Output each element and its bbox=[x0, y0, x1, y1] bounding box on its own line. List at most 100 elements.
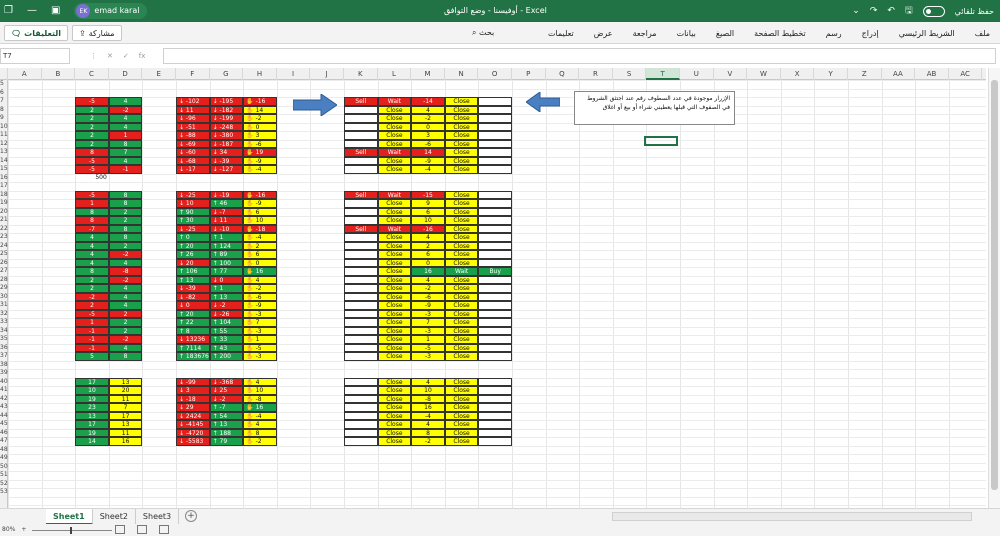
zoom-out-icon[interactable]: + bbox=[21, 524, 26, 536]
cell[interactable]: 2 bbox=[108, 216, 143, 225]
cell[interactable]: -8 bbox=[108, 267, 143, 276]
cell[interactable]: ↑ 22 bbox=[176, 318, 210, 327]
cell[interactable]: 7 bbox=[108, 403, 143, 412]
row-header[interactable]: 34 bbox=[0, 327, 8, 336]
cell[interactable]: -6 bbox=[411, 139, 445, 148]
cell[interactable] bbox=[478, 114, 512, 123]
cell[interactable]: Close bbox=[444, 199, 479, 208]
cell[interactable]: 14 bbox=[411, 148, 445, 157]
cell[interactable] bbox=[478, 258, 512, 267]
cell[interactable]: Close bbox=[444, 114, 479, 123]
cell[interactable] bbox=[478, 233, 512, 242]
cell[interactable]: ↓ -187 bbox=[209, 139, 244, 148]
cell[interactable] bbox=[344, 403, 378, 412]
cell[interactable]: ✋ 4 bbox=[243, 275, 277, 284]
cell[interactable]: 2 bbox=[108, 241, 143, 250]
cell[interactable] bbox=[344, 343, 378, 352]
cell[interactable]: ↑ 100 bbox=[209, 258, 244, 267]
cell[interactable]: Close bbox=[444, 216, 479, 225]
cell[interactable]: -3 bbox=[411, 352, 445, 361]
cell[interactable]: 2 bbox=[108, 326, 143, 335]
cell[interactable]: Close bbox=[444, 250, 479, 259]
cell[interactable] bbox=[478, 199, 512, 208]
cell[interactable]: 4 bbox=[75, 241, 109, 250]
cell[interactable]: 2 bbox=[411, 241, 445, 250]
normal-view-icon[interactable] bbox=[159, 525, 169, 534]
cell[interactable]: Close bbox=[444, 420, 479, 429]
cell[interactable] bbox=[478, 326, 512, 335]
cell[interactable]: Sell bbox=[344, 190, 378, 199]
row-header[interactable]: 13 bbox=[0, 148, 8, 157]
cell[interactable]: ✋ -6 bbox=[243, 139, 277, 148]
cell[interactable]: -1 bbox=[108, 165, 143, 174]
ribbon-tab[interactable]: بيانات bbox=[677, 29, 696, 38]
row-header[interactable]: 16 bbox=[0, 174, 8, 183]
cell[interactable]: -4 bbox=[411, 165, 445, 174]
cell[interactable]: ✋ 6 bbox=[243, 250, 277, 259]
cell[interactable]: 2 bbox=[75, 105, 109, 114]
column-header[interactable]: A bbox=[8, 68, 42, 80]
cell[interactable]: Close bbox=[444, 318, 479, 327]
cell[interactable]: Close bbox=[377, 241, 412, 250]
cell[interactable]: ↑ 90 bbox=[176, 207, 210, 216]
cell[interactable]: 4 bbox=[75, 250, 109, 259]
cell[interactable]: Close bbox=[444, 258, 479, 267]
cell[interactable]: ↑ 20 bbox=[176, 309, 210, 318]
cell[interactable]: Close bbox=[377, 428, 412, 437]
cell[interactable]: ✋ -16 bbox=[243, 97, 277, 106]
cell[interactable]: 4 bbox=[108, 301, 143, 310]
cell[interactable]: 6 bbox=[411, 250, 445, 259]
cell[interactable]: 2 bbox=[108, 309, 143, 318]
vertical-scrollbar[interactable] bbox=[988, 68, 1000, 508]
cell[interactable] bbox=[478, 301, 512, 310]
cell[interactable]: 11 bbox=[108, 428, 143, 437]
row-header[interactable]: 41 bbox=[0, 386, 8, 395]
row-header[interactable]: 23 bbox=[0, 233, 8, 242]
cell[interactable]: ↑ 13 bbox=[209, 420, 244, 429]
cell-area[interactable]: -5 4 2 -2 2 4 2 4 2 1 2 8 8 7 -5 4 -5 -1 ↓ -102 ↓ -195 ✋ -16… bbox=[8, 80, 986, 508]
cell[interactable]: Close bbox=[444, 394, 479, 403]
row-header[interactable]: 48 bbox=[0, 446, 8, 455]
cell[interactable]: ✋ 10 bbox=[243, 216, 277, 225]
cell[interactable]: Close bbox=[377, 139, 412, 148]
cell[interactable]: ↓ -82 bbox=[176, 292, 210, 301]
cell[interactable]: ✋ 16 bbox=[243, 403, 277, 412]
cell[interactable]: 8 bbox=[108, 224, 143, 233]
cell[interactable]: 13 bbox=[75, 411, 109, 420]
cell[interactable]: ✋ -2 bbox=[243, 437, 277, 446]
cell[interactable]: ✋ -9 bbox=[243, 156, 277, 165]
cell[interactable]: -6 bbox=[411, 292, 445, 301]
cell[interactable] bbox=[478, 207, 512, 216]
cell[interactable]: Close bbox=[377, 284, 412, 293]
cell[interactable]: ✋ -4 bbox=[243, 411, 277, 420]
cell[interactable] bbox=[344, 105, 378, 114]
cell[interactable]: ✋ 4 bbox=[243, 420, 277, 429]
row-header[interactable]: 26 bbox=[0, 259, 8, 268]
save-icon[interactable]: 🖫 bbox=[905, 3, 913, 19]
worksheet-grid[interactable]: A B C D E F G H I J K L M N O P Q R S T U V W X Y Z AA AB AC 5 6 7 8 9 10… bbox=[0, 68, 986, 508]
cell[interactable] bbox=[478, 105, 512, 114]
cell[interactable]: ↓ 11 bbox=[176, 105, 210, 114]
cell[interactable]: ↓ 10 bbox=[176, 199, 210, 208]
cell[interactable]: ↓ 0 bbox=[176, 301, 210, 310]
cell[interactable]: ✋ -3 bbox=[243, 309, 277, 318]
cell[interactable] bbox=[344, 411, 378, 420]
cell[interactable]: ↓ 2424 bbox=[176, 411, 210, 420]
cell[interactable]: Close bbox=[377, 301, 412, 310]
cell[interactable]: 13 bbox=[108, 420, 143, 429]
cell[interactable]: 16 bbox=[108, 437, 143, 446]
row-header[interactable]: 8 bbox=[0, 106, 8, 115]
cell[interactable]: ✋ 14 bbox=[243, 105, 277, 114]
cell[interactable]: 1 bbox=[411, 335, 445, 344]
add-sheet-icon[interactable]: + bbox=[185, 510, 197, 522]
cell[interactable]: ✋ 2 bbox=[243, 241, 277, 250]
row-header[interactable]: 21 bbox=[0, 216, 8, 225]
cell[interactable]: 0 bbox=[411, 258, 445, 267]
cell[interactable]: ↑ 7114 bbox=[176, 343, 210, 352]
ribbon-tab[interactable]: الصيغ bbox=[716, 29, 734, 38]
cell[interactable]: Buy bbox=[478, 267, 512, 276]
cell[interactable]: ↓ -199 bbox=[209, 114, 244, 123]
cell[interactable] bbox=[478, 377, 512, 386]
cell[interactable]: Close bbox=[377, 122, 412, 131]
cell[interactable]: -2 bbox=[108, 250, 143, 259]
